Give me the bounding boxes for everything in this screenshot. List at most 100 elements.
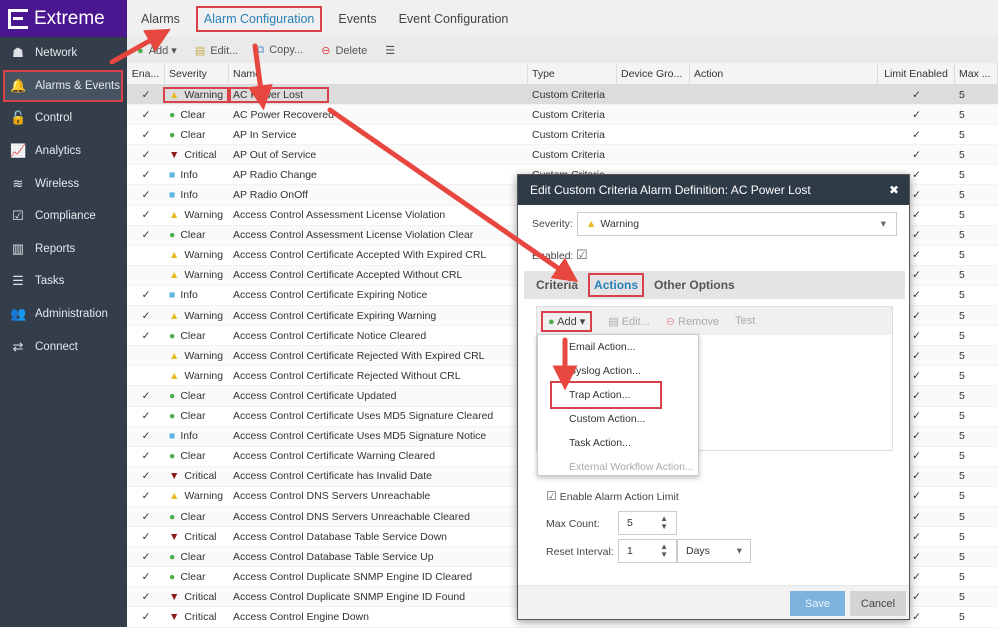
menu-item-syslog-action[interactable]: Syslog Action... xyxy=(538,359,698,383)
tab-actions[interactable]: Actions xyxy=(588,273,645,297)
brand-name: Extreme xyxy=(34,7,105,29)
tab-event-configuration[interactable]: Event Configuration xyxy=(393,8,515,30)
enabled-checkbox[interactable]: ☑ xyxy=(576,247,588,263)
toolbar: ● Add ▾ ▤ Edit... ⧉ Copy... ⊖ Delete ☰ xyxy=(127,37,998,63)
limit-enabled-cell: ✓ xyxy=(912,108,921,121)
table-row[interactable]: ✓ ▼ Critical AP Out of Service Custom Criter… xyxy=(127,145,998,166)
severity-text: Info xyxy=(180,189,198,202)
menu-item-custom-action[interactable]: Custom Action... xyxy=(538,407,698,431)
sidebar-item-network[interactable]: ☗ Network xyxy=(0,37,127,70)
critical-icon: ▼ xyxy=(169,470,180,483)
severity-text: Clear xyxy=(180,389,206,402)
max-cell: 5 xyxy=(959,309,965,322)
column-header[interactable]: Action xyxy=(690,63,878,84)
delete-button[interactable]: ⊖ Delete xyxy=(321,44,367,57)
enable-limit-checkbox[interactable]: ☑ Enable Alarm Action Limit xyxy=(546,489,679,503)
table-row[interactable]: ✓ ▲ Warning AC Power Lost Custom Criteria ✓ 5 xyxy=(127,85,998,106)
add-action-button[interactable]: ● Add ▾ xyxy=(541,310,593,332)
severity-text: Clear xyxy=(180,329,206,342)
name-cell: AC Power Recovered xyxy=(233,108,334,121)
users-icon: 👥 xyxy=(10,306,27,322)
menu-item-email-action[interactable]: Email Action... xyxy=(538,335,698,359)
warning-icon: ▲ xyxy=(169,490,180,503)
enabled-cell: ✓ xyxy=(141,289,151,302)
sidebar-item-label: Compliance xyxy=(35,210,96,223)
name-cell: Access Control Database Table Service Do… xyxy=(233,530,447,543)
name-cell: Access Control Certificate has Invalid D… xyxy=(233,470,433,483)
column-header[interactable]: Severity xyxy=(165,63,229,84)
reset-unit-select[interactable]: Days ▾ xyxy=(677,539,751,563)
tab-alarm-configuration[interactable]: Alarm Configuration xyxy=(195,5,323,32)
table-row[interactable]: ✓ ● Clear AC Power Recovered Custom Criteria… xyxy=(127,105,998,126)
add-button[interactable]: ● Add ▾ xyxy=(137,44,177,57)
checkbox-icon: ☑ xyxy=(12,208,24,224)
enabled-cell: ✓ xyxy=(141,470,151,483)
edit-button[interactable]: ▤ Edit... xyxy=(195,44,239,57)
remove-action-button[interactable]: ⊖ Remove xyxy=(666,315,719,328)
test-action-button[interactable]: Test xyxy=(735,315,755,327)
max-cell: 5 xyxy=(959,470,965,483)
name-cell: AC Power Lost xyxy=(227,86,329,103)
column-header[interactable]: Ena... xyxy=(127,63,165,84)
close-icon[interactable]: ✖ xyxy=(889,183,899,197)
reset-interval-stepper[interactable]: 1 ▲ ▼ xyxy=(618,539,677,563)
sidebar-item-reports[interactable]: ▥ Reports xyxy=(0,233,127,266)
column-header[interactable]: Max ... xyxy=(955,63,998,84)
tasks-icon: ☰ xyxy=(12,273,24,289)
sidebar-item-label: Connect xyxy=(35,340,78,353)
tab-other-options[interactable]: Other Options xyxy=(654,278,735,292)
max-cell: 5 xyxy=(959,510,965,523)
sidebar-item-label: Wireless xyxy=(35,177,80,190)
edit-action-button[interactable]: ▤ Edit... xyxy=(608,315,650,328)
tab-criteria[interactable]: Criteria xyxy=(536,278,578,292)
extreme-logo-icon xyxy=(8,8,28,29)
max-cell: 5 xyxy=(959,610,965,623)
column-header[interactable]: Type xyxy=(528,63,617,84)
max-cell: 5 xyxy=(959,289,965,302)
clear-icon: ● xyxy=(169,108,176,121)
name-cell: Access Control Certificate Warning Clear… xyxy=(233,450,436,463)
severity-cell: ▲ Warning xyxy=(165,350,229,362)
severity-select[interactable]: ▲ Warning ▾ xyxy=(577,212,897,236)
max-count-stepper[interactable]: 5 ▲ ▼ xyxy=(618,511,677,535)
column-header[interactable]: Limit Enabled xyxy=(878,63,955,84)
sidebar-item-tasks[interactable]: ☰ Tasks xyxy=(0,265,127,298)
severity-cell: ▼ Critical xyxy=(165,611,229,623)
sidebar-item-alarms-events[interactable]: 🔔 Alarms & Events xyxy=(3,69,123,103)
table-header: Ena... Severity Name Type Device Gro... Actio… xyxy=(127,63,998,85)
enabled-cell: ✓ xyxy=(141,510,151,523)
max-cell: 5 xyxy=(959,148,965,161)
max-cell: 5 xyxy=(959,108,965,121)
menu-item-task-action[interactable]: Task Action... xyxy=(538,431,698,455)
column-header[interactable]: Device Gro... xyxy=(617,63,690,84)
dialog-title: Edit Custom Criteria Alarm Definition: A… xyxy=(530,183,811,197)
cancel-button[interactable]: Cancel xyxy=(850,591,906,616)
menu-item-trap-action[interactable]: Trap Action... xyxy=(550,381,662,409)
network-icon: ☗ xyxy=(12,45,24,61)
severity-text: Clear xyxy=(180,128,206,141)
enabled-cell: ✓ xyxy=(141,410,151,423)
save-button[interactable]: Save xyxy=(790,591,845,616)
tab-alarms[interactable]: Alarms xyxy=(135,8,186,30)
severity-text: Clear xyxy=(180,550,206,563)
sidebar-item-compliance[interactable]: ☑ Compliance xyxy=(0,200,127,233)
menu-icon[interactable]: ☰ xyxy=(385,44,395,57)
sidebar-item-label: Administration xyxy=(35,308,108,321)
column-header[interactable]: Name xyxy=(229,63,528,84)
sidebar-item-wireless[interactable]: ≋ Wireless xyxy=(0,167,127,200)
sidebar-item-administration[interactable]: 👥 Administration xyxy=(0,298,127,331)
enabled-cell: ✓ xyxy=(141,189,151,202)
table-row[interactable]: ✓ ● Clear AP In Service Custom Criteria ✓ 5 xyxy=(127,125,998,146)
enabled-cell: ✓ xyxy=(141,209,151,222)
sidebar-item-connect[interactable]: ⇄ Connect xyxy=(0,330,127,363)
severity-text: Critical xyxy=(184,148,217,161)
sidebar-item-control[interactable]: 🔓 Control xyxy=(0,102,127,135)
severity-cell: ▲ Warning xyxy=(165,310,229,322)
severity-text: Warning xyxy=(184,269,224,282)
max-cell: 5 xyxy=(959,590,965,603)
menu-item-external-workflow-action[interactable]: External Workflow Action... xyxy=(538,455,698,479)
copy-button[interactable]: ⧉ Copy... xyxy=(256,44,303,57)
severity-cell: ● Clear xyxy=(165,390,229,402)
sidebar-item-analytics[interactable]: 📈 Analytics xyxy=(0,135,127,168)
tab-events[interactable]: Events xyxy=(332,8,382,30)
